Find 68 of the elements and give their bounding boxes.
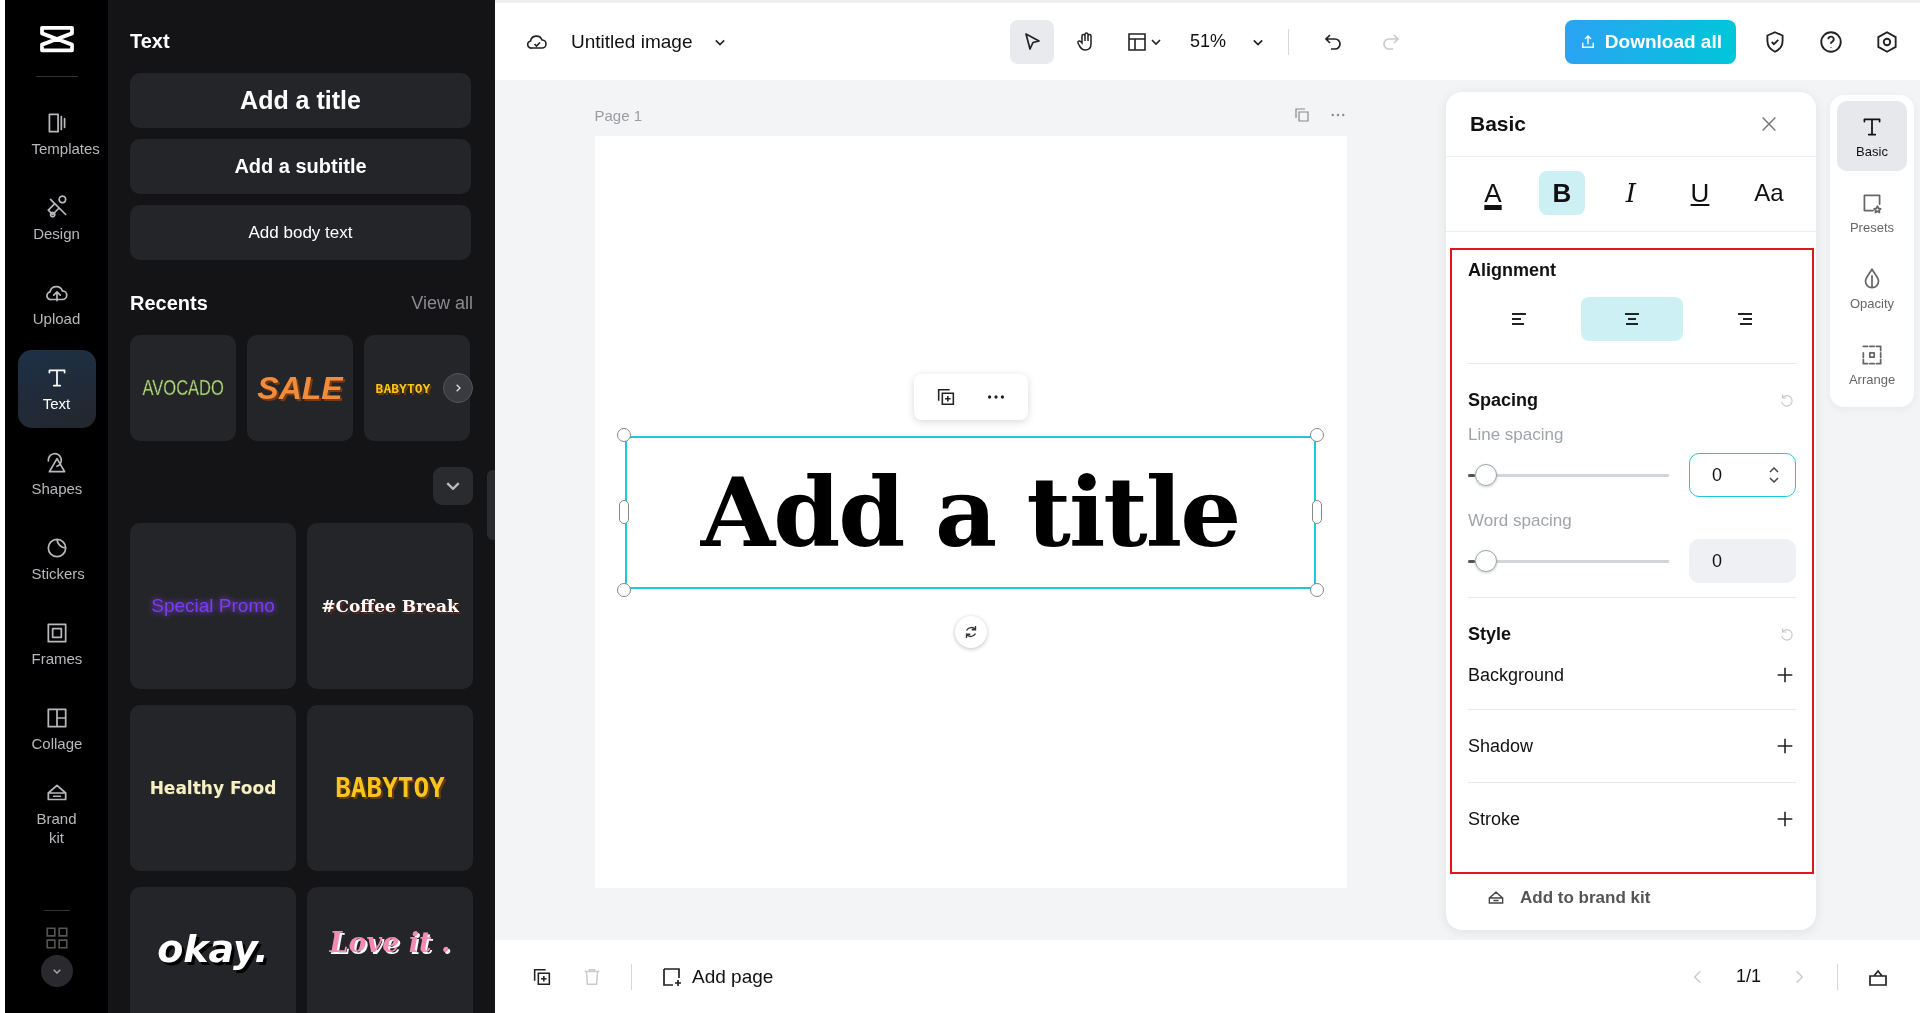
canvas-title-text[interactable]: Add a title (700, 456, 1240, 569)
slider-label: Line spacing (1468, 425, 1565, 445)
style-option-label: Stroke (1468, 808, 1521, 830)
text-style-tile[interactable]: okay. (130, 887, 296, 1013)
side-tab[interactable]: Arrange (1837, 329, 1907, 399)
resize-handle[interactable] (616, 428, 631, 442)
format-button[interactable]: B (1539, 171, 1585, 215)
page-label: Page 1 (594, 106, 644, 124)
add-to-brand-kit-button[interactable]: Add to brand kit (1446, 874, 1816, 928)
resize-handle[interactable] (1309, 428, 1324, 442)
resize-handle[interactable] (616, 583, 631, 597)
select-tool-button[interactable] (1010, 19, 1054, 64)
style-option-label: Shadow (1468, 735, 1534, 757)
sidebar-item[interactable]: Collage (17, 690, 96, 768)
text-style-tile[interactable]: Healthy Food (130, 705, 296, 871)
add-page-button[interactable]: Add page (660, 964, 774, 989)
side-tab[interactable]: Opacity (1837, 253, 1907, 323)
sidebar-item[interactable]: Stickers (17, 520, 96, 598)
add-text-button[interactable]: Add a subtitle (130, 139, 471, 194)
text-style-tile[interactable]: AVOCADO (130, 335, 236, 441)
sidebar-item[interactable]: Frames (17, 605, 96, 683)
expand-button[interactable] (40, 955, 73, 987)
format-button[interactable]: I (1608, 171, 1654, 215)
section-heading: Spacing (1468, 390, 1538, 411)
logo-icon[interactable] (37, 24, 76, 54)
settings-icon[interactable] (1874, 28, 1900, 55)
collapse-button[interactable] (433, 467, 473, 505)
number-field[interactable]: 0 (1689, 453, 1796, 497)
grid-icon[interactable] (43, 910, 70, 951)
sidebar-item[interactable]: Text (17, 350, 96, 428)
page-counter: 1/1 (1735, 966, 1761, 987)
section-heading: Style (1468, 624, 1512, 645)
resize-handle[interactable] (1309, 583, 1324, 597)
sidebar-item[interactable]: Shapes (17, 435, 96, 513)
number-field[interactable]: 0 (1689, 539, 1796, 583)
chevron-down-icon (446, 482, 460, 490)
panel-title: Text (130, 30, 171, 53)
rotate-handle[interactable] (954, 616, 987, 648)
text-style-tile[interactable]: #Coffee Break (307, 523, 473, 689)
view-all-link[interactable]: View all (411, 293, 473, 314)
selected-text-box[interactable]: Add a title (616, 428, 1324, 597)
resize-handle[interactable] (1311, 500, 1322, 524)
side-tab[interactable]: Basic (1837, 101, 1907, 171)
style-option-label: Background (1468, 664, 1565, 686)
zoom-level[interactable]: 51% (1184, 31, 1238, 52)
text-style-tile[interactable]: SALE (247, 335, 353, 441)
help-icon[interactable] (1818, 28, 1844, 55)
format-button[interactable]: A (1470, 171, 1516, 215)
text-style-tile[interactable]: BABYTOY (364, 335, 470, 441)
resize-handle[interactable] (618, 500, 629, 524)
document-title[interactable]: Untitled image (563, 30, 697, 53)
format-button[interactable]: U (1677, 171, 1723, 215)
text-style-tile[interactable]: BABYTOY (307, 705, 473, 871)
sidebar-item[interactable]: Design (17, 180, 96, 258)
sidebar-item[interactable]: Upload (17, 265, 96, 343)
slider-label: Word spacing (1468, 511, 1573, 531)
add-text-button[interactable]: Add body text (130, 205, 471, 260)
side-tab[interactable]: Presets (1837, 177, 1907, 247)
slider-thumb[interactable] (1475, 550, 1498, 572)
add-text-button[interactable]: Add a title (130, 73, 471, 128)
format-button[interactable]: Aa (1746, 171, 1792, 215)
slider-thumb[interactable] (1475, 464, 1498, 486)
panel-title: Basic (1470, 112, 1527, 136)
text-style-tile[interactable]: Love it . (307, 887, 473, 1013)
section-heading: Alignment (1468, 260, 1557, 281)
panel-collapse-handle[interactable] (487, 470, 495, 540)
sidebar-item[interactable]: Brand kit (17, 775, 96, 853)
section-heading: Recents (130, 292, 208, 315)
